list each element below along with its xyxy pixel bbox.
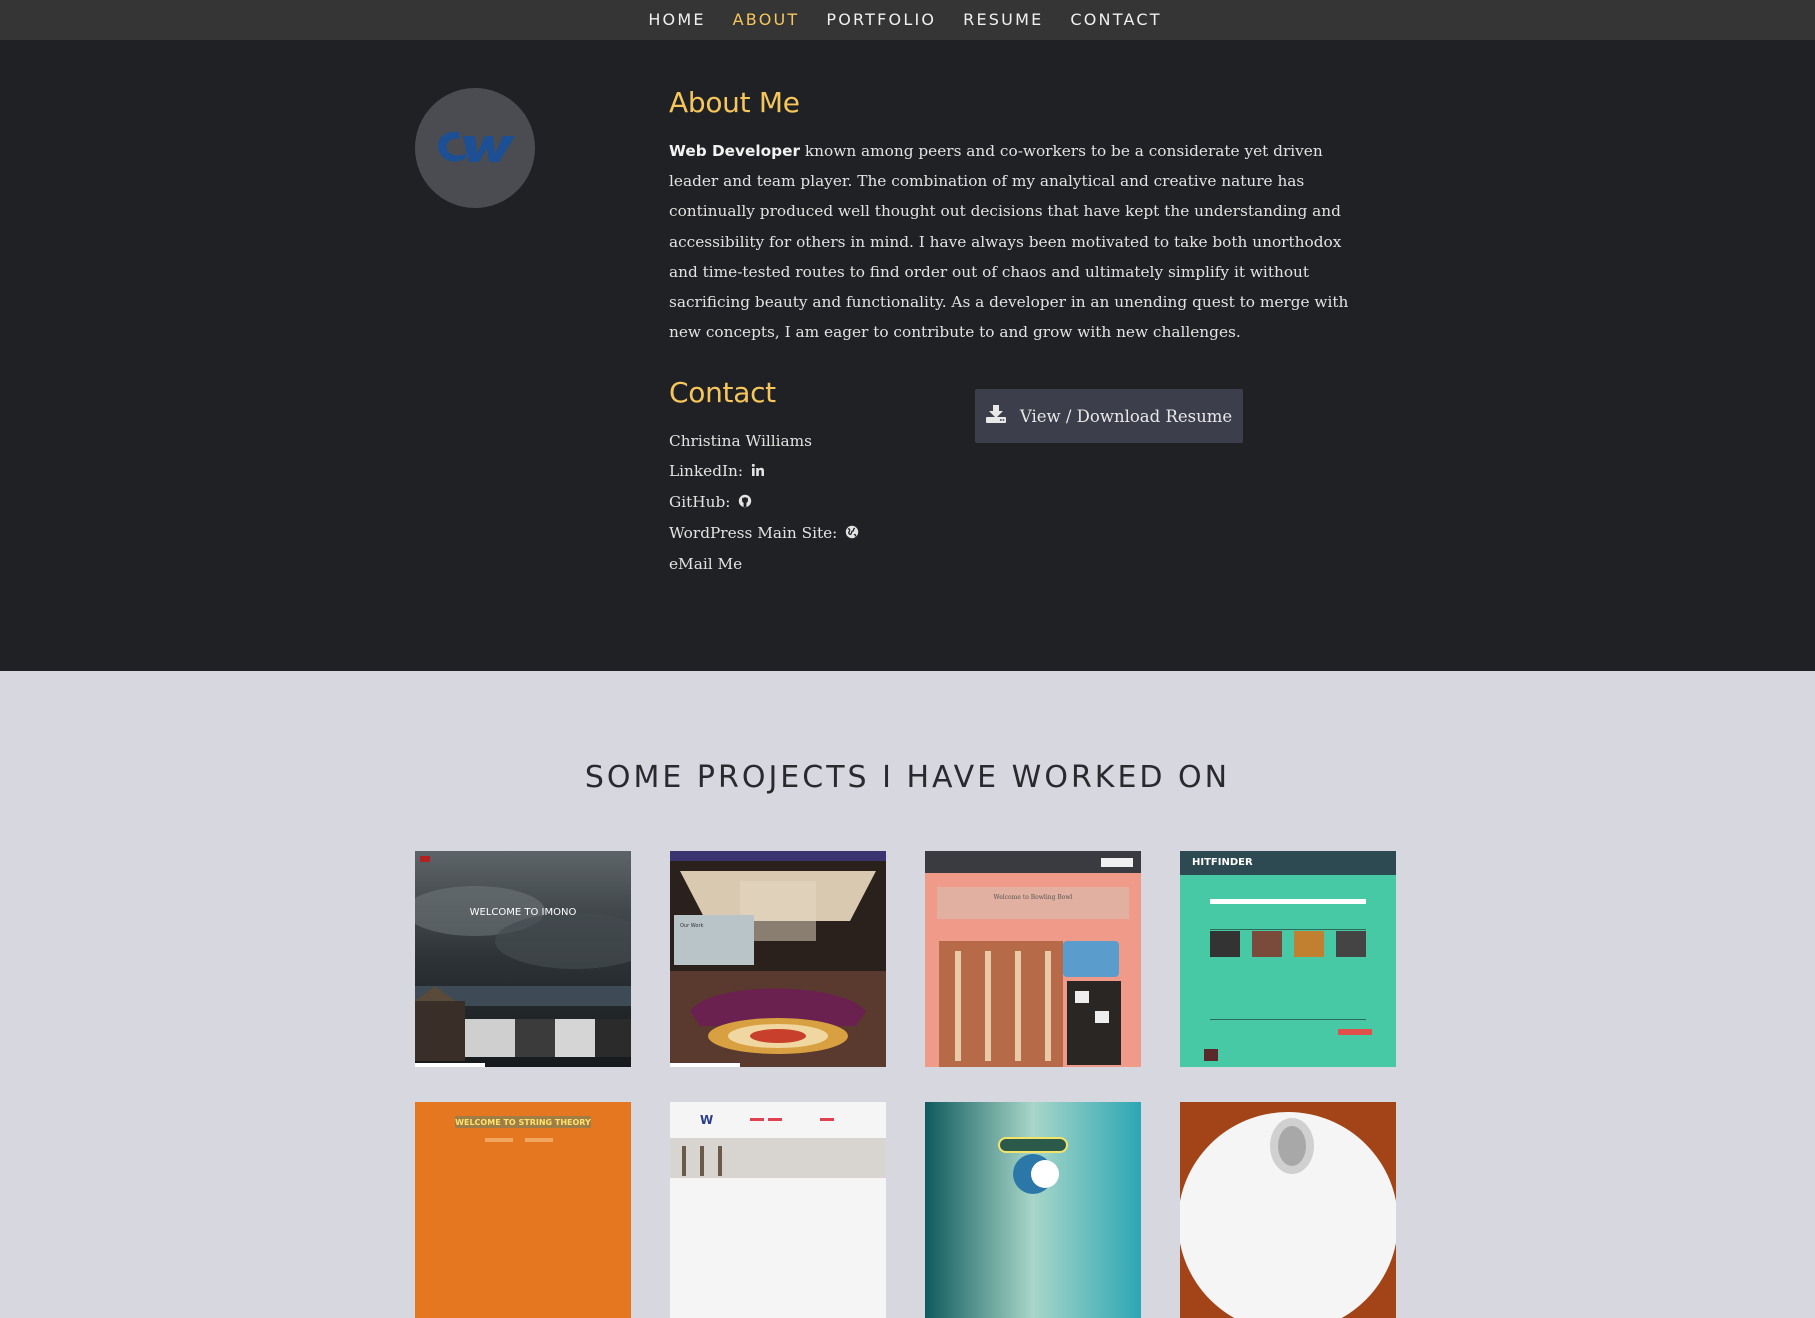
project-thumb-stringtheory[interactable]: WELCOME TO STRING THEORY xyxy=(415,1102,631,1318)
download-icon xyxy=(985,405,1006,427)
thumb-caption-bowl: Welcome to Bowling Bowl xyxy=(994,894,1073,901)
github-icon[interactable] xyxy=(738,488,752,518)
nav-home[interactable]: HOME xyxy=(648,5,705,35)
project-thumb-hotel[interactable]: Our Work xyxy=(670,851,886,1067)
project-thumb-phasewave[interactable]: W xyxy=(670,1102,886,1318)
resume-button-label: View / Download Resume xyxy=(1019,406,1233,426)
linkedin-icon[interactable] xyxy=(751,457,765,487)
project-thumb-portrait[interactable] xyxy=(1180,1102,1396,1318)
top-nav: HOME ABOUT PORTFOLIO RESUME CONTACT xyxy=(0,0,1815,40)
nav-portfolio[interactable]: PORTFOLIO xyxy=(826,5,936,35)
globe-icon[interactable] xyxy=(845,519,859,549)
thumb-caption-hitfinder: HITFINDER xyxy=(1192,857,1253,868)
github-label: GitHub: xyxy=(669,493,731,511)
email-link[interactable]: eMail Me xyxy=(669,549,859,579)
linkedin-label: LinkedIn: xyxy=(669,462,744,480)
contact-heading: Contact xyxy=(669,376,776,409)
cw-logo xyxy=(437,131,515,162)
contact-list: Christina Williams LinkedIn: GitHub: Wor… xyxy=(669,426,859,579)
role-label: Web Developer xyxy=(669,142,801,160)
download-resume-button[interactable]: View / Download Resume xyxy=(975,389,1243,443)
bio-text: known among peers and co-workers to be a… xyxy=(669,142,1349,342)
github-row: GitHub: xyxy=(669,487,859,518)
nav-resume[interactable]: RESUME xyxy=(963,5,1043,35)
contact-name: Christina Williams xyxy=(669,432,812,450)
wordpress-row: WordPress Main Site: xyxy=(669,518,859,549)
about-bio: Web Developer known among peers and co-w… xyxy=(669,136,1364,347)
thumb-caption-imono: WELCOME TO IMONO xyxy=(470,907,577,918)
project-thumb-hitfinder[interactable]: HITFINDER xyxy=(1180,851,1396,1067)
about-section: About Me Web Developer known among peers… xyxy=(0,40,1815,671)
projects-heading: SOME PROJECTS I HAVE WORKED ON xyxy=(584,760,1231,795)
thumb-caption-stringtheory: WELCOME TO STRING THEORY xyxy=(455,1118,591,1127)
nav-about[interactable]: ABOUT xyxy=(733,5,800,35)
linkedin-row: LinkedIn: xyxy=(669,456,859,487)
thumb-caption-hotel: Our Work xyxy=(680,923,704,929)
wordpress-label: WordPress Main Site: xyxy=(669,524,838,542)
project-thumb-bowl[interactable]: Welcome to Bowling Bowl xyxy=(925,851,1141,1067)
project-thumb-imono[interactable]: WELCOME TO IMONO xyxy=(415,851,631,1067)
avatar xyxy=(415,88,535,208)
project-thumb-gradient[interactable] xyxy=(925,1102,1141,1318)
nav-contact[interactable]: CONTACT xyxy=(1070,5,1161,35)
about-heading: About Me xyxy=(669,86,800,119)
svg-text:W: W xyxy=(700,1113,713,1127)
